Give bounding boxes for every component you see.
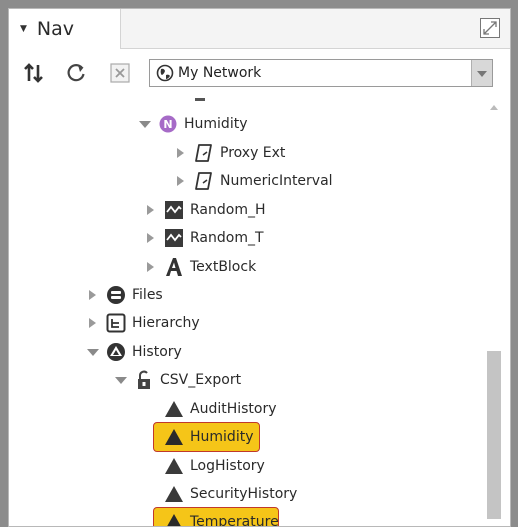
tree-item-proxy-ext[interactable]: Proxy Ext [173,140,285,166]
tree-item-history[interactable]: History [85,339,182,365]
tree-item-log-history[interactable]: LogHistory [143,453,265,479]
tree-item-random-h[interactable]: Random_H [143,197,266,223]
tree-item-random-t[interactable]: Random_T [143,225,264,251]
tree-item-label: AuditHistory [190,401,277,417]
maximize-icon[interactable] [480,18,500,38]
close-icon[interactable] [109,62,131,84]
lock-icon [133,369,155,391]
tree-item-csv-export[interactable]: CSV_Export [113,367,241,393]
tree-item-label: Temperature [190,514,279,527]
tree-item-audit-history[interactable]: AuditHistory [143,396,277,422]
cutoff-item-fragment [195,98,205,101]
expand-toggle-icon[interactable] [143,197,161,223]
network-select[interactable]: My Network [149,59,493,87]
scrollbar-thumb[interactable] [487,351,501,519]
vertical-scrollbar[interactable] [486,97,502,526]
dropdown-arrow-icon[interactable] [471,60,492,86]
tree-item-label: SecurityHistory [190,486,298,502]
history-icon [105,341,127,363]
svg-text:N: N [163,118,172,131]
history-triangle-icon [163,483,185,505]
tree-item-label: Humidity [184,116,248,132]
nav-tree: N Humidity Proxy Ext NumericInterval Ran… [9,97,479,527]
tree-item-label: History [132,344,182,360]
history-triangle-icon [163,398,185,420]
history-triangle-icon [163,426,185,448]
tree-item-label: NumericInterval [220,173,333,189]
tree-item-hierarchy[interactable]: Hierarchy [85,310,200,336]
tree-item-label: Random_T [190,230,264,246]
tree-item-label: Files [132,287,163,303]
tree-item-security-history[interactable]: SecurityHistory [143,481,297,507]
expand-toggle-icon[interactable] [143,225,161,251]
expand-toggle-icon[interactable] [85,282,103,308]
panel-header: ▼ Nav [9,9,510,49]
history-triangle-icon [163,511,185,526]
tree-item-text-block[interactable]: TextBlock [143,254,256,280]
expand-toggle-icon[interactable] [85,310,103,336]
waveform-icon [163,199,185,221]
tree-item-humidity-folder[interactable]: N Humidity [137,111,247,137]
history-triangle-icon [163,455,185,477]
expand-toggle-icon[interactable] [85,339,103,365]
files-icon [105,284,127,306]
refresh-icon[interactable] [65,62,87,84]
extension-icon [193,170,215,192]
scroll-up-arrow-icon[interactable] [490,105,498,110]
text-block-icon [163,256,185,278]
tree-item-label: TextBlock [190,259,257,275]
tree-item-label: LogHistory [190,458,265,474]
tree-item-temperature-history[interactable]: Temperature [143,509,279,527]
expand-toggle-icon[interactable] [137,111,155,137]
expand-toggle-icon[interactable] [113,367,131,393]
expand-toggle-icon[interactable] [143,254,161,280]
tree-item-files[interactable]: Files [85,282,163,308]
tree-item-label: Random_H [190,202,266,218]
tree-item-numeric-interval[interactable]: NumericInterval [173,168,333,194]
waveform-icon [163,227,185,249]
nav-tab[interactable]: ▼ Nav [9,9,121,49]
n-badge-icon: N [157,113,179,135]
globe-icon [156,64,174,82]
hierarchy-icon [105,312,127,334]
nav-toolbar: My Network [9,49,510,97]
tree-item-label: Hierarchy [132,315,200,331]
tree-item-label: CSV_Export [160,372,242,388]
tree-item-label: Humidity [190,429,254,445]
tree-item-humidity-history[interactable]: Humidity [143,424,253,450]
tree-item-label: Proxy Ext [220,145,286,161]
nav-panel: ▼ Nav My Network N Humidity Proxy Ext Nu… [8,8,511,527]
sort-icon[interactable] [23,62,45,84]
panel-title: Nav [36,18,75,40]
extension-icon [193,142,215,164]
network-select-value: My Network [178,65,262,81]
collapse-triangle-icon[interactable]: ▼ [20,24,27,34]
expand-toggle-icon[interactable] [173,140,191,166]
expand-toggle-icon[interactable] [173,168,191,194]
